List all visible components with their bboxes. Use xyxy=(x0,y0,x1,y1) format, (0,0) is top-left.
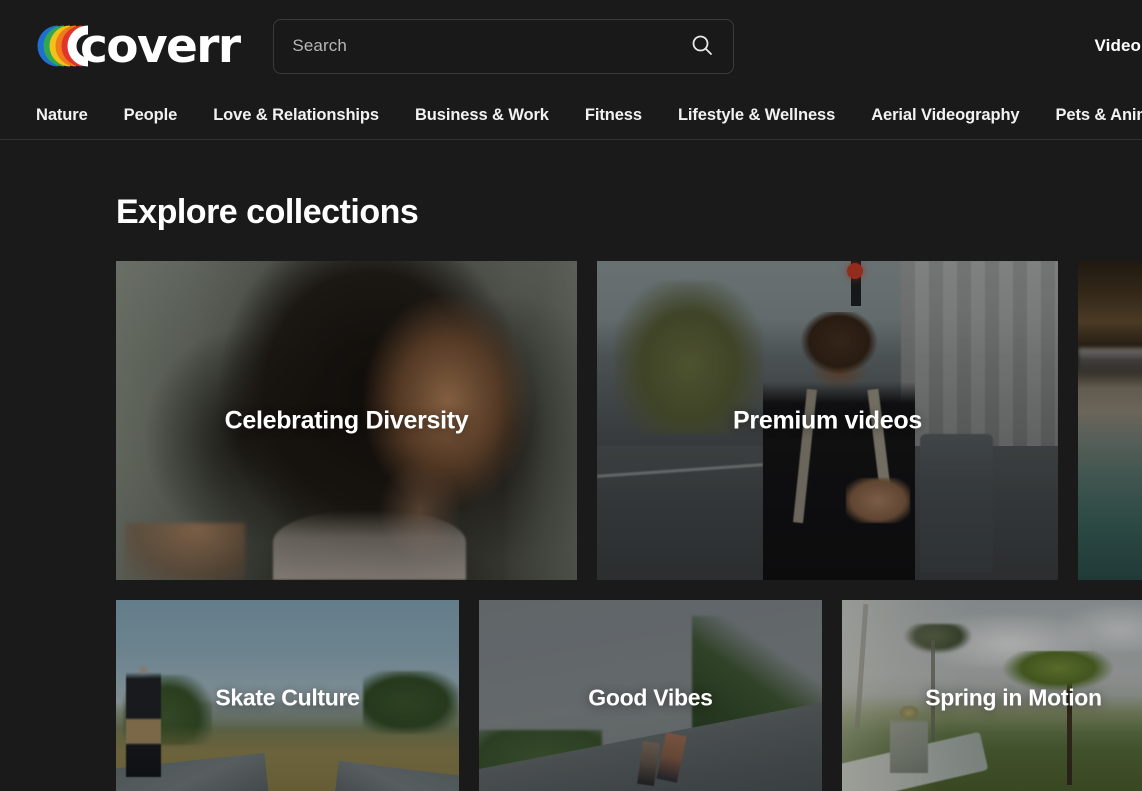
site-header: coverr Video Nature People Love & Relati… xyxy=(0,0,1142,140)
category-nav: Nature People Love & Relationships Busin… xyxy=(0,92,1142,138)
collections-row-1: Celebrating Diversity Premium videos xyxy=(116,261,1142,581)
collection-card-title: Premium videos xyxy=(733,406,922,435)
collection-card-title: Celebrating Diversity xyxy=(224,406,469,435)
coverr-rainbow-logo-icon xyxy=(36,21,88,71)
collection-card-spring-in-motion[interactable]: Spring in Motion xyxy=(842,600,1142,791)
collection-card-skate-culture[interactable]: Skate Culture xyxy=(116,600,459,791)
logo-wordmark: coverr xyxy=(80,18,241,74)
search-input[interactable] xyxy=(292,36,686,56)
collection-card-title: Good Vibes xyxy=(588,684,713,711)
main-content: Explore collections Celebrating Diversit… xyxy=(0,140,1142,791)
search-box[interactable] xyxy=(273,18,735,74)
collection-card-title: Spring in Motion xyxy=(925,684,1102,711)
page-title: Explore collections xyxy=(116,193,419,231)
category-nav-item-people[interactable]: People xyxy=(124,107,178,124)
collection-card-partial-beach[interactable] xyxy=(1078,261,1142,581)
thumbnail-overlay xyxy=(1078,261,1142,581)
collections-row-2: Skate Culture Good Vibes Spring in Motio… xyxy=(116,600,1142,791)
category-nav-item-aerial-videography[interactable]: Aerial Videography xyxy=(871,107,1019,124)
collection-card-premium-videos[interactable]: Premium videos xyxy=(597,261,1058,581)
coverr-logo[interactable]: coverr xyxy=(36,18,241,74)
category-nav-item-pets-animals[interactable]: Pets & Animals xyxy=(1056,107,1142,124)
collection-card-good-vibes[interactable]: Good Vibes xyxy=(479,600,822,791)
nav-link-video[interactable]: Video xyxy=(1095,36,1141,56)
header-top-bar: coverr Video xyxy=(0,0,1142,92)
category-nav-item-business-work[interactable]: Business & Work xyxy=(415,107,549,124)
search-icon xyxy=(690,33,714,60)
category-nav-item-love-relationships[interactable]: Love & Relationships xyxy=(213,107,379,124)
collection-card-title: Skate Culture xyxy=(215,684,360,711)
category-nav-item-fitness[interactable]: Fitness xyxy=(585,107,642,124)
category-nav-item-nature[interactable]: Nature xyxy=(36,107,88,124)
collection-card-celebrating-diversity[interactable]: Celebrating Diversity xyxy=(116,261,577,581)
search-submit-button[interactable] xyxy=(685,29,719,63)
category-nav-item-lifestyle-wellness[interactable]: Lifestyle & Wellness xyxy=(678,107,835,124)
header-right-nav: Video xyxy=(1095,36,1142,56)
